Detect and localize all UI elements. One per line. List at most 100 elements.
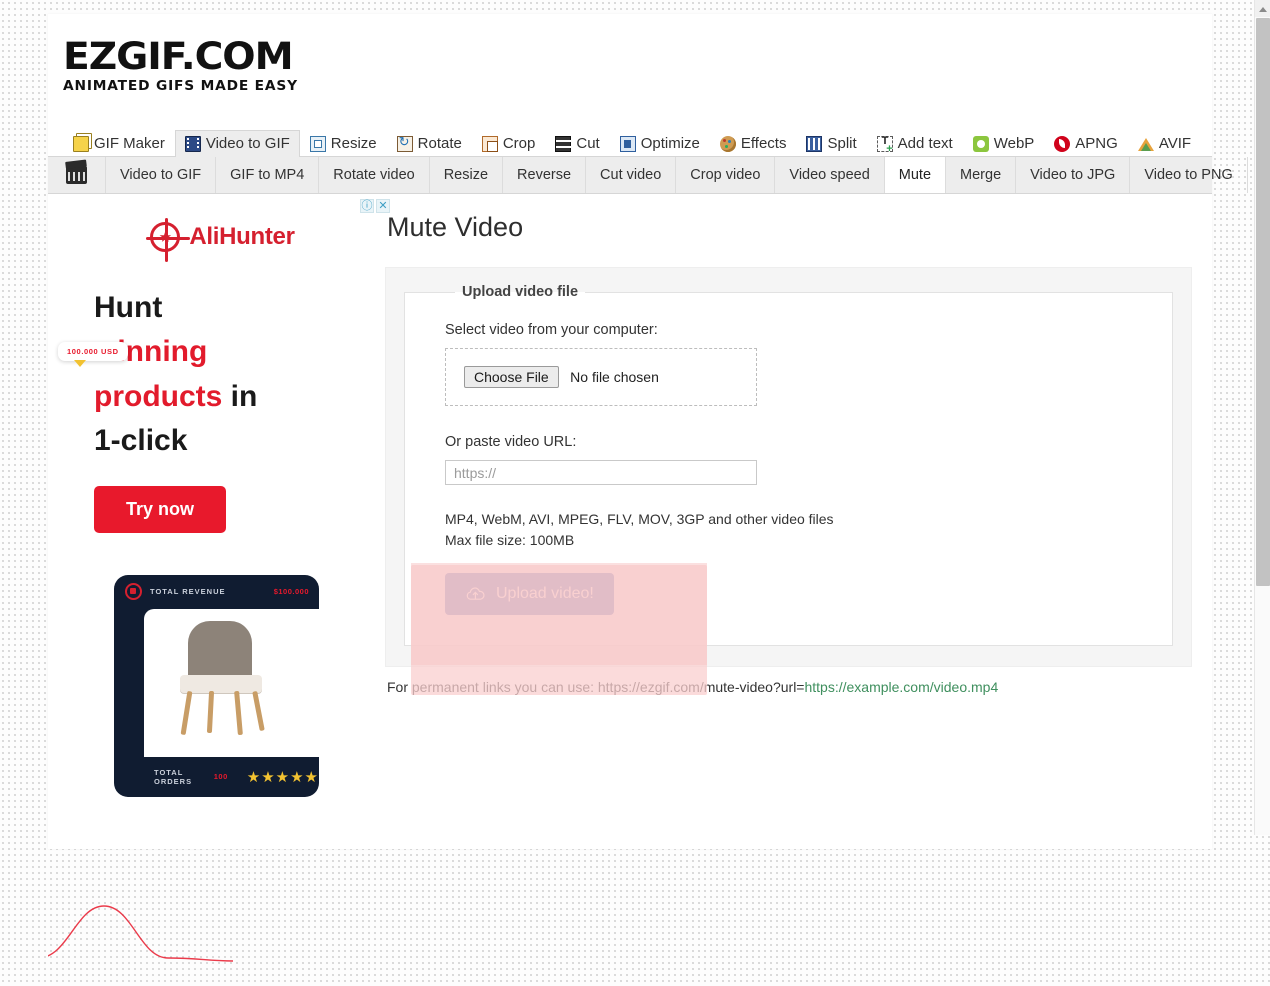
secondary-tab-gif-to-mp4[interactable]: GIF to MP4	[216, 157, 320, 193]
ad-product-card: TOTAL REVENUE $100.000 TOTAL ORDERS 100 …	[114, 574, 319, 797]
secondary-tab-label: Cut video	[600, 167, 662, 183]
scrollbar-thumb[interactable]	[1256, 18, 1270, 586]
url-input-label: Or paste video URL:	[445, 434, 577, 450]
ad-card-product-photo	[144, 608, 319, 757]
primary-tab-resize[interactable]: Resize	[300, 130, 387, 157]
secondary-tab-label: Video to JPG	[1030, 167, 1116, 183]
ad-headline-line3-tail: in	[222, 379, 258, 413]
clapperboard-icon	[66, 166, 87, 184]
formats-line: MP4, WebM, AVI, MPEG, FLV, MOV, 3GP and …	[445, 511, 834, 527]
secondary-tab-merge[interactable]: Merge	[946, 157, 1017, 193]
primary-tab-label: APNG	[1075, 135, 1118, 152]
primary-tab-avif[interactable]: AVIF	[1128, 130, 1201, 157]
video-url-input[interactable]	[445, 460, 757, 485]
video-film-icon	[184, 135, 201, 152]
secondary-tab-label: Crop video	[690, 167, 761, 183]
scrollbar-up-arrow-icon[interactable]	[1255, 0, 1270, 17]
maxsize-line: Max file size: 100MB	[445, 532, 575, 548]
primary-tab-gif-maker[interactable]: GIF Maker	[63, 130, 175, 157]
secondary-tab-video-to-png[interactable]: Video to PNG	[1130, 157, 1248, 193]
upload-video-button[interactable]: Upload video!	[445, 573, 614, 615]
alihunter-target-icon	[146, 218, 191, 262]
choose-file-button[interactable]: Choose File	[464, 366, 559, 388]
secondary-tab-label: Video speed	[789, 167, 870, 183]
content-area: ⓘ ✕ AliHunter Hunt winning products in 1…	[48, 194, 1212, 962]
cloud-upload-icon	[465, 586, 486, 602]
ad-card-rating-stars: ★★★★★	[246, 768, 319, 786]
cut-icon	[555, 135, 573, 152]
primary-tab-video-to-gif[interactable]: Video to GIF	[174, 130, 300, 157]
ad-headline-line4: 1-click	[94, 424, 188, 458]
primary-nav: GIF Maker Video to GIF Resize Rotate Crop Cut…	[48, 128, 1212, 157]
supported-formats-hint: MP4, WebM, AVI, MPEG, FLV, MOV, 3GP and …	[445, 509, 1172, 551]
primary-tab-effects[interactable]: Effects	[710, 130, 797, 157]
secondary-tab-label: GIF to MP4	[230, 167, 305, 183]
ad-controls: ⓘ ✕	[360, 199, 390, 213]
effects-palette-icon	[719, 135, 736, 152]
primary-tab-optimize[interactable]: Optimize	[610, 130, 710, 157]
secondary-tab-label: Mute	[898, 167, 932, 183]
primary-tab-apng[interactable]: APNG	[1044, 130, 1128, 157]
split-icon	[806, 135, 823, 152]
ad-headline: Hunt winning products in 1-click	[94, 286, 351, 464]
primary-tab-label: Split	[827, 135, 857, 152]
primary-tab-rotate[interactable]: Rotate	[387, 130, 472, 157]
ad-brand-name: AliHunter	[189, 223, 295, 250]
ad-body[interactable]: AliHunter Hunt winning products in 1-cli…	[48, 218, 373, 533]
secondary-tab-label: Resize	[443, 167, 489, 183]
apng-icon	[1054, 135, 1071, 152]
ad-card-orders-label: TOTAL ORDERS	[154, 767, 193, 786]
page-scrollbar[interactable]	[1254, 0, 1270, 835]
permalink-example-link[interactable]: https://example.com/video.mp4	[804, 679, 998, 695]
ad-card-usd-pill: 100.000 USD	[58, 342, 128, 367]
primary-tab-crop[interactable]: Crop	[472, 130, 546, 157]
rotate-icon	[396, 134, 413, 152]
primary-tab-label: Effects	[740, 135, 787, 152]
primary-tab-label: Video to GIF	[205, 135, 290, 152]
secondary-tab-video-speed[interactable]: Video speed	[775, 157, 885, 193]
secondary-tab-label: Video to PNG	[1144, 167, 1233, 183]
primary-tab-label: Crop	[502, 135, 536, 152]
ad-brand: AliHunter	[94, 218, 351, 262]
ad-card-orders-value: 100	[213, 772, 228, 782]
ad-card-revenue-label: TOTAL REVENUE	[150, 587, 226, 597]
primary-tab-add-text[interactable]: Add text	[867, 130, 963, 157]
secondary-tab-crop-video[interactable]: Crop video	[676, 157, 776, 193]
ad-close-icon[interactable]: ✕	[376, 199, 390, 213]
secondary-tab-resize[interactable]: Resize	[430, 157, 504, 193]
primary-tab-split[interactable]: Split	[796, 130, 866, 157]
logo-wordmark: EZGIF.COM	[63, 35, 294, 78]
secondary-tab-label: Rotate video	[333, 167, 415, 183]
ad-try-now-button[interactable]: Try now	[94, 485, 227, 533]
secondary-tab-video-to-jpg[interactable]: Video to JPG	[1016, 157, 1131, 193]
secondary-tab-video-to-gif[interactable]: Video to GIF	[106, 157, 217, 193]
secondary-nav-home[interactable]	[48, 157, 106, 193]
advertisement-panel: ⓘ ✕ AliHunter Hunt winning products in 1…	[48, 194, 390, 962]
permalink-prefix: For permanent links you can use: https:/…	[387, 679, 805, 695]
primary-tab-label: Add text	[897, 135, 953, 152]
ad-card-revenue-value: $100.000	[273, 587, 309, 597]
secondary-nav: Video to GIF GIF to MP4 Rotate video Resize…	[48, 157, 1248, 194]
secondary-tab-label: Video to GIF	[120, 167, 202, 183]
file-drop-area[interactable]: Choose File No file chosen	[445, 348, 757, 406]
page-container: EZGIF.COM ANIMATED GIFS MADE EASY GIF Ma…	[48, 14, 1248, 962]
avif-icon	[1137, 138, 1154, 151]
site-logo[interactable]: EZGIF.COM ANIMATED GIFS MADE EASY	[48, 14, 1212, 94]
upload-button-label: Upload video!	[496, 585, 594, 602]
secondary-tab-reverse[interactable]: Reverse	[503, 157, 587, 193]
ad-info-icon[interactable]: ⓘ	[360, 199, 374, 213]
primary-tab-label: AVIF	[1158, 135, 1192, 152]
add-text-icon	[876, 135, 893, 155]
secondary-tab-label: Merge	[960, 167, 1002, 183]
secondary-tab-cut-video[interactable]: Cut video	[586, 157, 677, 193]
secondary-tab-mute[interactable]: Mute	[884, 157, 947, 193]
secondary-tab-label: Reverse	[517, 167, 572, 183]
optimize-icon	[619, 135, 636, 152]
crop-icon	[481, 135, 498, 152]
ad-card-revenue-row: TOTAL REVENUE $100.000	[114, 575, 319, 609]
primary-tab-label: GIF Maker	[94, 135, 165, 152]
secondary-tab-rotate-video[interactable]: Rotate video	[319, 157, 430, 193]
primary-tab-webp[interactable]: WebP	[963, 130, 1045, 157]
primary-tab-cut[interactable]: Cut	[545, 130, 609, 157]
primary-tab-label: Resize	[330, 135, 377, 152]
